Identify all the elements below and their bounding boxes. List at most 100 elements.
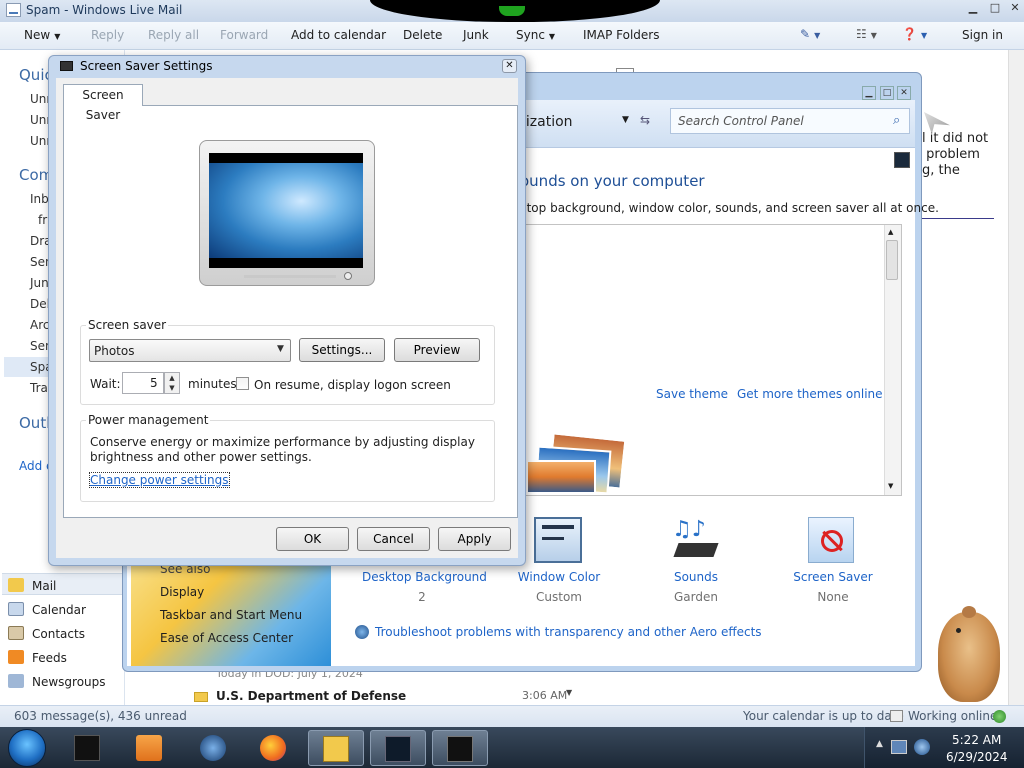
power-group-label: Power management	[86, 413, 211, 427]
preview-image	[209, 163, 363, 258]
resume-logon-checkbox[interactable]	[236, 377, 249, 390]
folder-item[interactable]: Tra	[30, 381, 48, 395]
breadcrumb[interactable]: lization	[522, 114, 573, 130]
taskbar-app-control-panel[interactable]	[370, 730, 426, 766]
media-center-icon	[74, 735, 100, 761]
sync-button[interactable]: Sync ▼	[516, 28, 555, 42]
ok-button[interactable]: OK	[276, 527, 349, 551]
sign-in-button[interactable]: Sign in	[962, 28, 1003, 42]
taskbar-app-mail[interactable]	[308, 730, 364, 766]
sounds-icon[interactable]: ♫♪	[672, 517, 720, 563]
menu-icon[interactable]: ☷ ▼	[856, 27, 877, 41]
screen-saver-link[interactable]: Screen Saver	[773, 570, 893, 584]
monitor-icon	[385, 736, 411, 762]
online-status[interactable]: Working online	[908, 709, 997, 723]
nav-newsgroups[interactable]: Newsgroups	[8, 674, 106, 689]
maximize-button[interactable]: □	[988, 2, 1002, 16]
breadcrumb-dropdown-icon[interactable]: ▼	[622, 115, 629, 125]
folder-item[interactable]: Del	[30, 297, 50, 311]
settings-button[interactable]: Settings...	[299, 338, 385, 362]
folder-item[interactable]: fr	[38, 213, 47, 227]
junk-button[interactable]: Junk	[463, 28, 489, 42]
get-more-themes-link[interactable]: Get more themes online	[737, 387, 883, 401]
nav-feeds[interactable]: Feeds	[8, 650, 67, 665]
reply-button[interactable]: Reply	[91, 28, 124, 42]
scroll-down-icon[interactable]: ▼	[566, 688, 572, 697]
mail-icon	[8, 578, 24, 592]
refresh-icon[interactable]: ⇆	[640, 113, 650, 127]
message-sender[interactable]: U.S. Department of Defense	[216, 689, 406, 703]
see-also-display-link[interactable]: Display	[160, 585, 204, 599]
scroll-down-icon[interactable]: ▼	[888, 482, 893, 490]
save-theme-link[interactable]: Save theme	[656, 387, 728, 401]
taskbar-app-firefox[interactable]	[246, 730, 302, 766]
dialog-title: Screen Saver Settings	[80, 59, 213, 73]
search-icon[interactable]: ⌕	[893, 113, 900, 128]
taskbar-app-browser[interactable]	[186, 730, 242, 766]
wait-spinner[interactable]: ▲ ▼	[164, 372, 180, 394]
cp-minimize-button[interactable]: ▁	[862, 86, 876, 100]
close-button[interactable]: ✕	[1008, 2, 1022, 16]
preview-button[interactable]: Preview	[394, 338, 480, 362]
folder-item[interactable]: Inb	[30, 192, 49, 206]
new-button[interactable]: New ▼	[24, 28, 60, 42]
folder-item[interactable]: Arc	[30, 318, 49, 332]
dropdown-arrow-icon[interactable]: ▼	[277, 344, 284, 354]
mail-icon	[323, 736, 349, 762]
window-color-icon[interactable]	[534, 517, 582, 563]
screen-saver-icon[interactable]	[808, 517, 854, 563]
see-also-ease-link[interactable]: Ease of Access Center	[160, 631, 293, 645]
search-input[interactable]: Search Control Panel	[678, 114, 804, 128]
sounds-link[interactable]: Sounds	[636, 570, 756, 584]
volume-icon[interactable]	[914, 739, 930, 755]
hamster-mascot[interactable]	[938, 612, 1000, 702]
window-color-link[interactable]: Window Color	[499, 570, 619, 584]
taskbar-app-player[interactable]	[122, 730, 178, 766]
cp-maximize-button[interactable]: □	[880, 86, 894, 100]
change-power-settings-link[interactable]: Change power settings	[89, 472, 230, 488]
cancel-button[interactable]: Cancel	[357, 527, 430, 551]
highlight-icon[interactable]: ✎ ▼	[800, 27, 820, 41]
wait-input[interactable]	[122, 372, 164, 394]
scroll-thumb[interactable]	[886, 240, 898, 280]
add-to-calendar-button[interactable]: Add to calendar	[291, 28, 386, 42]
globe-icon	[200, 735, 226, 761]
reading-scrollbar[interactable]	[1008, 50, 1024, 705]
desktop-background-value: 2	[418, 590, 426, 604]
folder-item[interactable]: Jun	[30, 276, 49, 290]
clock-date[interactable]: 6/29/2024	[946, 750, 1008, 764]
resume-logon-label[interactable]: On resume, display logon screen	[254, 378, 451, 392]
scroll-up-icon[interactable]: ▲	[888, 228, 893, 236]
theme-thumbnail[interactable]	[526, 460, 596, 494]
nav-mail[interactable]: Mail	[8, 578, 56, 593]
taskbar-app-screen-saver[interactable]	[432, 730, 488, 766]
network-icon[interactable]	[891, 740, 907, 754]
start-button[interactable]	[8, 729, 46, 767]
wait-value: 5	[150, 376, 158, 390]
apply-button[interactable]: Apply	[438, 527, 511, 551]
help-square-icon[interactable]	[894, 152, 910, 168]
troubleshoot-link[interactable]: Troubleshoot problems with transparency …	[375, 625, 762, 639]
nav-contacts[interactable]: Contacts	[8, 626, 85, 641]
nav-calendar[interactable]: Calendar	[8, 602, 86, 617]
screen-saver-select-value: Photos	[94, 344, 135, 358]
desktop-background-link[interactable]: Desktop Background	[362, 570, 487, 584]
taskbar-app-media[interactable]	[62, 730, 118, 766]
see-also-taskbar-link[interactable]: Taskbar and Start Menu	[160, 608, 302, 622]
screen-saver-group-label: Screen saver	[86, 318, 169, 332]
dialog-close-button[interactable]: ✕	[502, 59, 517, 73]
minimize-button[interactable]: ▁	[966, 2, 980, 16]
message-time: 3:06 AM	[522, 689, 568, 702]
clock-time[interactable]: 5:22 AM	[952, 733, 1001, 747]
delete-button[interactable]: Delete	[403, 28, 442, 42]
tab-screen-saver[interactable]: Screen Saver	[63, 84, 143, 122]
forward-button[interactable]: Forward	[220, 28, 268, 42]
help-icon[interactable]: ❓ ▼	[902, 27, 927, 41]
reply-all-button[interactable]: Reply all	[148, 28, 199, 42]
calendar-icon	[8, 602, 24, 616]
cp-close-button[interactable]: ✕	[897, 86, 911, 100]
show-hidden-icons[interactable]: ▲	[876, 739, 883, 749]
power-description: Conserve energy or maximize performance …	[90, 435, 475, 449]
imap-folders-button[interactable]: IMAP Folders	[583, 28, 660, 42]
media-player-icon	[136, 735, 162, 761]
